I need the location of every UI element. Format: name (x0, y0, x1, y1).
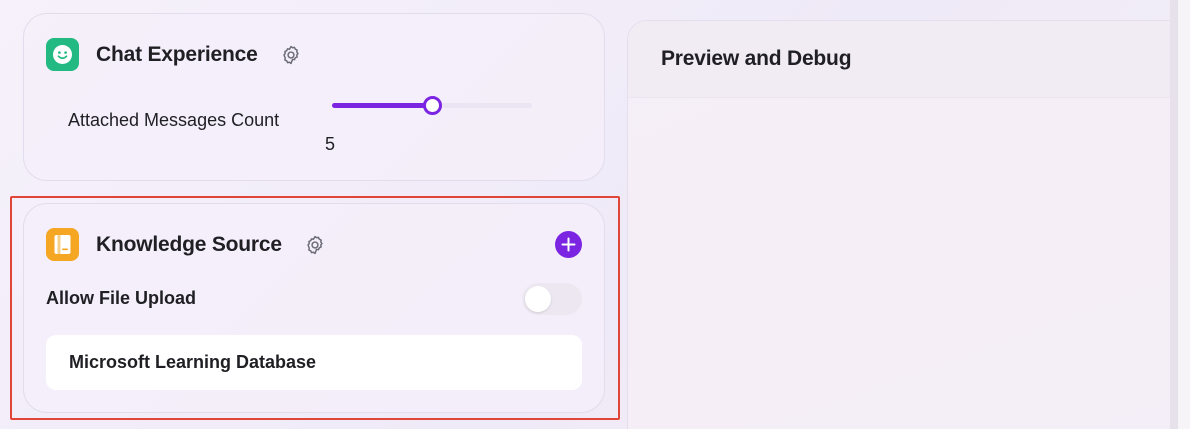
smiley-icon (46, 38, 79, 71)
gear-icon[interactable] (304, 234, 326, 256)
slider-fill (332, 103, 432, 108)
preview-header: Preview and Debug (628, 21, 1172, 98)
scrollbar-track[interactable] (1178, 0, 1190, 429)
slider-thumb[interactable] (423, 96, 442, 115)
preview-title: Preview and Debug (661, 47, 852, 70)
attached-messages-label: Attached Messages Count (68, 110, 280, 130)
chat-experience-title: Chat Experience (96, 42, 258, 66)
panel-divider (1170, 0, 1178, 429)
knowledge-source-item[interactable]: Microsoft Learning Database (46, 335, 582, 390)
knowledge-source-header: Knowledge Source (46, 228, 326, 261)
chat-experience-header: Chat Experience (46, 38, 302, 71)
page: Chat Experience Attached Messages Count … (0, 0, 1190, 429)
add-source-button[interactable] (555, 231, 582, 258)
attached-messages-value: 5 (325, 134, 336, 154)
preview-panel: Preview and Debug (627, 20, 1173, 429)
book-icon (46, 228, 79, 261)
chat-experience-card: Chat Experience Attached Messages Count … (23, 13, 605, 181)
knowledge-source-card: Knowledge Source Allow File Upload Micro… (23, 203, 605, 413)
allow-file-upload-label: Allow File Upload (46, 288, 197, 308)
allow-file-upload-toggle[interactable] (522, 283, 582, 315)
attached-messages-slider[interactable] (332, 94, 532, 116)
knowledge-source-name: Microsoft Learning Database (69, 352, 317, 372)
gear-icon[interactable] (280, 44, 302, 66)
plus-icon (561, 237, 576, 252)
toggle-knob (525, 286, 551, 312)
knowledge-source-title: Knowledge Source (96, 232, 282, 256)
